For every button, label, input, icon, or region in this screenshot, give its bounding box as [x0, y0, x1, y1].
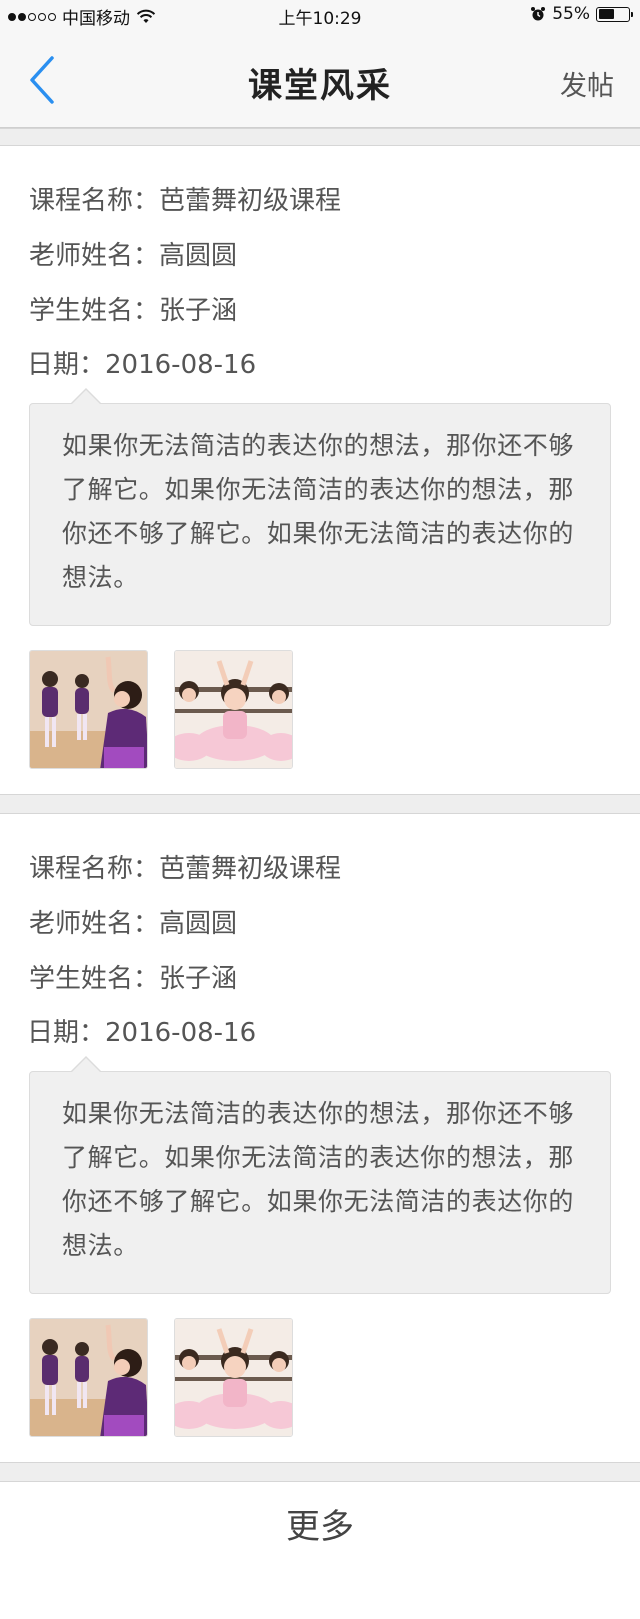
student-value: 张子涵 [159, 296, 238, 326]
teacher-field: 老师姓名：高圆圆 [29, 903, 237, 940]
date-value: 2016-08-16 [105, 1018, 257, 1048]
date-field: 日期：2016-08-16 [27, 344, 256, 381]
comment-text: 如果你无法简洁的表达你的想法，那你还不够了解它。如果你无法简洁的表达你的想法，那… [62, 431, 575, 592]
student-value: 张子涵 [159, 964, 238, 994]
comment-text: 如果你无法简洁的表达你的想法，那你还不够了解它。如果你无法简洁的表达你的想法，那… [62, 1099, 575, 1260]
date-value: 2016-08-16 [105, 350, 257, 380]
course-field: 课程名称：芭蕾舞初级课程 [29, 848, 341, 885]
section-divider [0, 794, 640, 814]
page-title: 课堂风采 [248, 66, 392, 106]
course-label: 课程名称： [29, 186, 160, 216]
ballet-girls-tutu-photo[interactable] [174, 1318, 293, 1437]
teacher-value: 高圆圆 [159, 241, 238, 271]
post-card: 课程名称：芭蕾舞初级课程 老师姓名：高圆圆 学生姓名：张子涵 日期：2016-0… [0, 146, 640, 794]
date-field: 日期：2016-08-16 [27, 1012, 256, 1049]
status-bar: 中国移动 上午10:29 55% [0, 0, 640, 30]
comment-bubble: 如果你无法简洁的表达你的想法，那你还不够了解它。如果你无法简洁的表达你的想法，那… [29, 1056, 611, 1294]
alarm-icon [531, 7, 546, 21]
date-label: 日期： [27, 350, 106, 380]
battery-percent: 55% [552, 4, 590, 24]
nav-bar: 课堂风采 发帖 [0, 30, 640, 128]
course-value: 芭蕾舞初级课程 [159, 186, 342, 216]
teacher-label: 老师姓名： [29, 241, 160, 271]
post-card: 课程名称：芭蕾舞初级课程 老师姓名：高圆圆 学生姓名：张子涵 日期：2016-0… [0, 814, 640, 1462]
load-more-button[interactable]: 更多 [0, 1482, 640, 1572]
course-field: 课程名称：芭蕾舞初级课程 [29, 180, 341, 217]
student-field: 学生姓名：张子涵 [29, 290, 237, 327]
section-divider [0, 128, 640, 146]
post-button[interactable]: 发帖 [560, 64, 614, 103]
course-value: 芭蕾舞初级课程 [159, 854, 342, 884]
teacher-value: 高圆圆 [159, 909, 238, 939]
status-right: 55% [530, 4, 633, 24]
ballet-girls-tutu-photo[interactable] [174, 650, 293, 769]
student-label: 学生姓名： [29, 964, 160, 994]
battery-icon [596, 6, 633, 22]
ballet-class-photo[interactable] [29, 650, 148, 769]
course-label: 课程名称： [29, 854, 160, 884]
comment-bubble: 如果你无法简洁的表达你的想法，那你还不够了解它。如果你无法简洁的表达你的想法，那… [29, 388, 611, 626]
teacher-field: 老师姓名：高圆圆 [29, 235, 237, 272]
ballet-class-photo[interactable] [29, 1318, 148, 1437]
date-label: 日期： [27, 1018, 106, 1048]
student-label: 学生姓名： [29, 296, 160, 326]
battery-fill [598, 9, 615, 19]
teacher-label: 老师姓名： [29, 909, 160, 939]
student-field: 学生姓名：张子涵 [29, 958, 237, 995]
section-divider [0, 1462, 640, 1482]
